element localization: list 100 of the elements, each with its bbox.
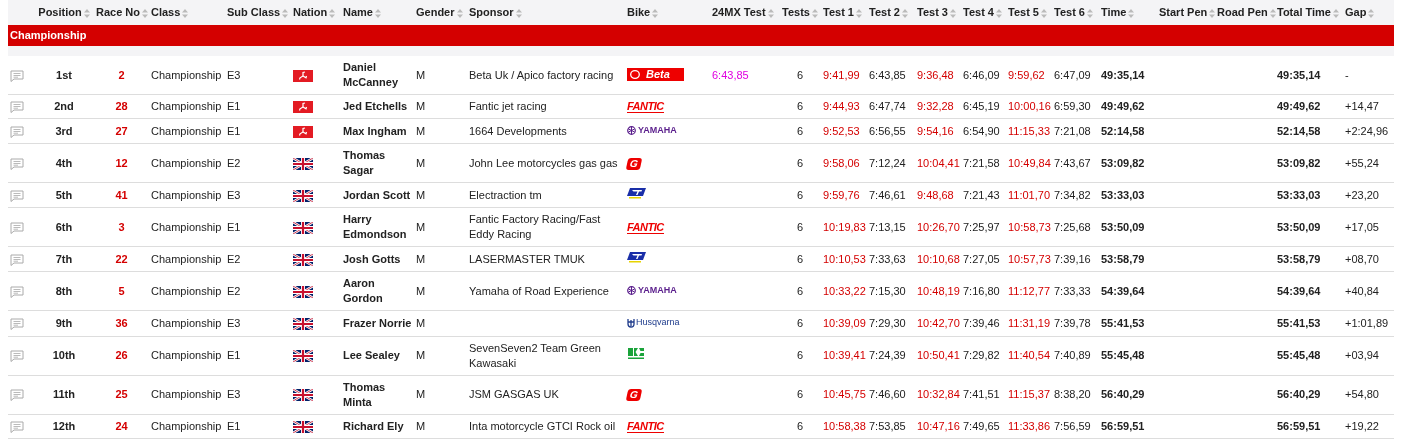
table-cell: 53:33,03	[1101, 188, 1145, 201]
table-cell: Championship	[151, 419, 222, 432]
comment-icon[interactable]	[10, 69, 24, 82]
comment-icon[interactable]	[10, 125, 24, 138]
table-cell: 9:32,28	[917, 100, 954, 113]
table-cell: E1	[227, 349, 241, 362]
table-cell: 53:09,82	[1277, 156, 1321, 169]
column-header[interactable]: Bike	[627, 6, 651, 18]
column-header[interactable]: Sponsor	[469, 6, 514, 18]
table-cell: 7:49,65	[963, 419, 1000, 432]
table-cell: 6	[796, 317, 804, 330]
table-cell: +1:01,89	[1345, 317, 1389, 330]
comment-icon[interactable]	[10, 389, 24, 402]
table-cell: 10:39,09	[823, 317, 866, 330]
table-cell: 6:47,74	[869, 100, 906, 113]
table-cell: 3	[118, 220, 125, 233]
table-cell: 7:46,61	[869, 188, 906, 201]
table-cell: 9:59,76	[823, 188, 860, 201]
table-cell: 55:45,48	[1277, 349, 1321, 362]
comment-icon[interactable]	[10, 420, 24, 433]
table-cell: 9:59,62	[1008, 68, 1045, 81]
table-cell: 10:42,70	[917, 317, 960, 330]
rider-name: Harry Edmondson	[343, 213, 407, 241]
table-cell: 10:47,16	[917, 419, 960, 432]
comment-icon[interactable]	[10, 101, 24, 114]
table-cell: -	[1345, 68, 1349, 81]
comment-icon[interactable]	[10, 189, 24, 202]
table-cell: 7:25,97	[963, 220, 1000, 233]
table-cell: E3	[227, 188, 241, 201]
table-cell: 7:39,16	[1054, 252, 1091, 265]
table-cell: 56:40,29	[1101, 388, 1145, 401]
table-cell: 7:27,05	[963, 252, 1000, 265]
brand-logo: Husqvarna	[627, 315, 680, 331]
table-cell: 52:14,58	[1277, 124, 1321, 137]
table-cell: 49:49,62	[1277, 100, 1321, 113]
table-cell: 56:40,29	[1277, 388, 1321, 401]
table-cell: 27	[115, 124, 128, 137]
table-cell: 5	[118, 284, 125, 297]
comment-icon[interactable]	[10, 350, 24, 363]
rider-name: Jordan Scott	[343, 188, 411, 201]
table-cell: +54,80	[1345, 388, 1379, 401]
comment-icon[interactable]	[10, 221, 24, 234]
table-cell: John Lee motorcycles gas gas	[469, 156, 618, 169]
table-cell: 7:16,80	[963, 284, 1000, 297]
table-cell: 1664 Developments	[469, 124, 567, 137]
table-cell: 10:04,41	[917, 156, 960, 169]
table-cell: M	[416, 252, 426, 265]
table-cell: M	[416, 419, 426, 432]
table-cell: E3	[227, 68, 241, 81]
table-cell: E1	[227, 220, 241, 233]
table-cell: 22	[115, 252, 128, 265]
table-cell: 7:12,24	[869, 156, 906, 169]
comment-icon[interactable]	[10, 318, 24, 331]
table-cell: 10:57,73	[1008, 252, 1051, 265]
table-cell: Electraction tm	[469, 188, 542, 201]
table-cell: Championship	[151, 349, 222, 362]
flag-icon	[293, 189, 313, 202]
flag-icon	[293, 285, 313, 298]
column-header[interactable]: Name	[343, 6, 373, 18]
table-cell: 6:43,85	[712, 68, 749, 81]
table-cell: 6:59,30	[1054, 100, 1091, 113]
rider-name: Max Ingham	[343, 124, 407, 137]
rider-name: Jed Etchells	[343, 100, 408, 113]
brand-logo: G	[625, 389, 643, 402]
table-cell: 55:45,48	[1101, 349, 1145, 362]
table-cell: 10:33,22	[823, 284, 866, 297]
table-cell: 12	[115, 156, 128, 169]
table-cell: 24	[115, 419, 128, 432]
table-cell: 54:39,64	[1101, 284, 1145, 297]
table-cell: 2nd	[54, 100, 74, 113]
comment-icon[interactable]	[10, 285, 24, 298]
table-cell: 53:58,79	[1277, 252, 1321, 265]
table-cell: M	[416, 188, 426, 201]
table-cell: 7:33,63	[869, 252, 906, 265]
table-cell: +17,05	[1345, 220, 1379, 233]
comment-icon[interactable]	[10, 157, 24, 170]
table-cell: 7:46,60	[869, 388, 906, 401]
table-cell: 10:39,41	[823, 349, 866, 362]
table-cell: M	[416, 284, 426, 297]
table-cell: M	[416, 68, 426, 81]
table-cell: 6:54,90	[963, 124, 1000, 137]
flag-icon	[293, 69, 313, 82]
column-header[interactable]: Class	[151, 6, 181, 18]
table-cell: E1	[227, 124, 241, 137]
table-cell: 8th	[55, 284, 73, 297]
comment-icon[interactable]	[10, 253, 24, 266]
table-cell: 9:58,06	[823, 156, 860, 169]
table-cell: 6	[796, 349, 804, 362]
table-cell: 10:45,75	[823, 388, 866, 401]
brand-logo-icon	[627, 187, 647, 200]
brand-logo: YAMAHA	[627, 283, 677, 299]
table-cell: 10:10,53	[823, 252, 866, 265]
flag-icon	[293, 253, 313, 266]
table-cell: +2:24,96	[1345, 124, 1389, 137]
table-cell: 7:56,59	[1054, 419, 1091, 432]
table-cell: 11:33,86	[1008, 419, 1050, 432]
column-header[interactable]: Gap	[1345, 6, 1367, 18]
table-cell: 7:33,33	[1054, 284, 1091, 297]
table-cell: 36	[115, 317, 128, 330]
rider-name: Daniel McCanney	[343, 61, 399, 89]
